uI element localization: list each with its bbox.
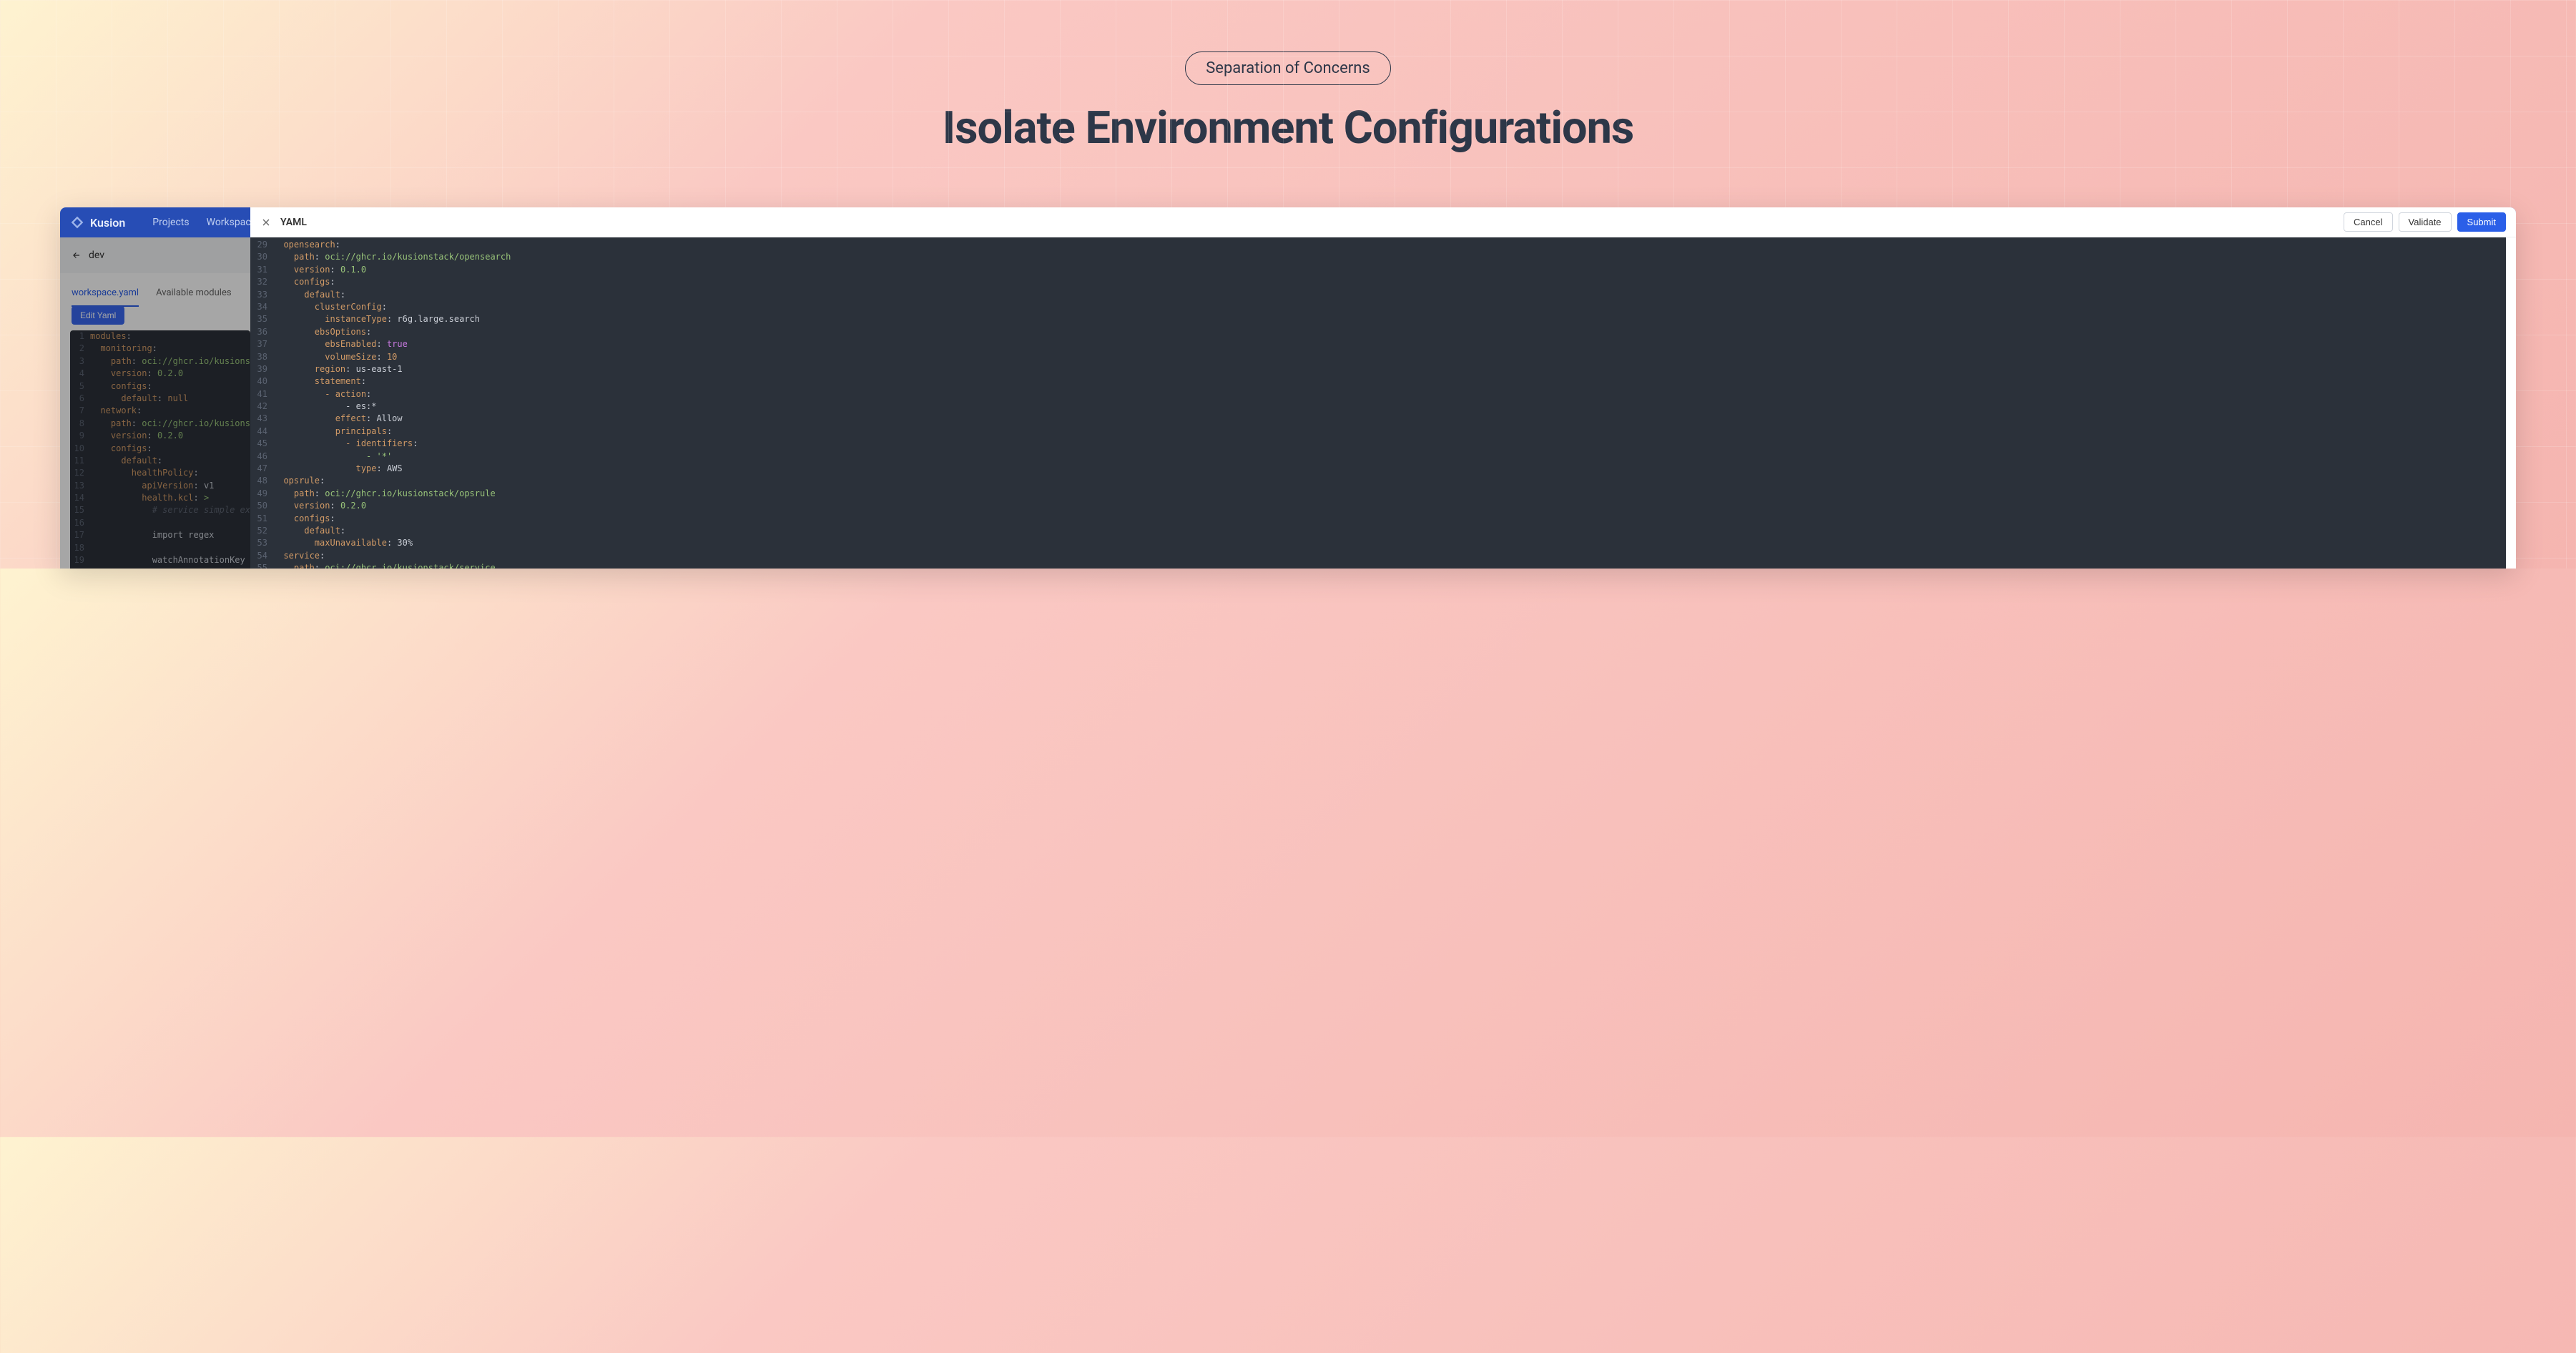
code-line: 2 monitoring: <box>70 343 250 355</box>
yaml-code-editor[interactable]: 29 opensearch:30 path: oci://ghcr.io/kus… <box>250 237 2506 569</box>
hero-section: Separation of Concerns Isolate Environme… <box>0 0 2576 154</box>
code-line: 32 configs: <box>250 276 2506 288</box>
code-line: 30 path: oci://ghcr.io/kusionstack/opens… <box>250 251 2506 263</box>
nav-projects[interactable]: Projects <box>147 217 195 228</box>
code-line: 51 configs: <box>250 513 2506 525</box>
sidebar-code-editor: 1modules:2 monitoring:3 path: oci://ghcr… <box>70 330 250 569</box>
code-line: 16 <box>70 517 250 529</box>
code-line: 3 path: oci://ghcr.io/kusionstack <box>70 355 250 368</box>
code-line: 29 opensearch: <box>250 239 2506 251</box>
code-line: 39 region: us-east-1 <box>250 363 2506 375</box>
brand-name: Kusion <box>90 216 125 230</box>
code-line: 13 apiVersion: v1 <box>70 480 250 492</box>
edit-yaml-button[interactable]: Edit Yaml <box>72 306 124 325</box>
code-line: 6 default: null <box>70 393 250 405</box>
code-line: 48 opsrule: <box>250 475 2506 487</box>
code-line: 49 path: oci://ghcr.io/kusionstack/opsru… <box>250 488 2506 500</box>
code-line: 35 instanceType: r6g.large.search <box>250 313 2506 325</box>
code-line: 43 effect: Allow <box>250 413 2506 425</box>
submit-button[interactable]: Submit <box>2457 212 2506 232</box>
yaml-modal-header: YAML Cancel Validate Submit <box>250 207 2516 237</box>
tab-available-modules[interactable]: Available modules <box>156 287 232 307</box>
code-line: 5 configs: <box>70 380 250 393</box>
code-line: 10 configs: <box>70 443 250 455</box>
close-icon[interactable] <box>260 217 272 228</box>
code-line: 47 type: AWS <box>250 463 2506 475</box>
code-line: 54 service: <box>250 550 2506 562</box>
modal-title: YAML <box>280 217 2338 228</box>
code-line: 34 clusterConfig: <box>250 301 2506 313</box>
code-line: 38 volumeSize: 10 <box>250 351 2506 363</box>
code-line: 17 import regex <box>70 529 250 541</box>
code-line: 52 default: <box>250 525 2506 537</box>
code-line: 42 - es:* <box>250 400 2506 413</box>
validate-button[interactable]: Validate <box>2399 212 2452 232</box>
hero-pill: Separation of Concerns <box>1185 51 1391 85</box>
code-line: 55 path: oci://ghcr.io/kusionstack/servi… <box>250 562 2506 569</box>
code-line: 41 - action: <box>250 388 2506 400</box>
code-line: 4 version: 0.2.0 <box>70 368 250 380</box>
app-window: Kusion Projects Workspaces dev workspace… <box>60 207 2516 569</box>
code-line: 37 ebsEnabled: true <box>250 338 2506 350</box>
code-line: 44 principals: <box>250 425 2506 438</box>
code-line: 7 network: <box>70 405 250 417</box>
kusion-logo-icon <box>70 215 84 230</box>
back-arrow-icon[interactable] <box>72 250 82 260</box>
code-line: 15 # service simple exampl <box>70 504 250 516</box>
code-line: 45 - identifiers: <box>250 438 2506 450</box>
workspace-tabs: workspace.yaml Available modules <box>60 273 250 307</box>
code-line: 50 version: 0.2.0 <box>250 500 2506 512</box>
code-line: 9 version: 0.2.0 <box>70 430 250 442</box>
breadcrumb: dev <box>60 237 250 273</box>
code-line: 19 watchAnnotationKey = "r <box>70 554 250 566</box>
code-line: 8 path: oci://ghcr.io/kusionstack <box>70 418 250 430</box>
code-line: 18 <box>70 542 250 554</box>
breadcrumb-current: dev <box>89 250 104 261</box>
code-line: 1modules: <box>70 330 250 343</box>
code-line: 12 healthPolicy: <box>70 467 250 479</box>
code-line: 53 maxUnavailable: 30% <box>250 537 2506 549</box>
code-line: 33 default: <box>250 289 2506 301</box>
code-line: 40 statement: <box>250 375 2506 388</box>
code-line: 20 <box>70 566 250 569</box>
code-line: 31 version: 0.1.0 <box>250 264 2506 276</box>
cancel-button[interactable]: Cancel <box>2344 212 2392 232</box>
code-line: 46 - '*' <box>250 451 2506 463</box>
hero-title: Isolate Environment Configurations <box>0 102 2576 154</box>
code-line: 14 health.kcl: > <box>70 492 250 504</box>
tab-workspace-yaml[interactable]: workspace.yaml <box>72 287 139 307</box>
code-line: 11 default: <box>70 455 250 467</box>
code-line: 36 ebsOptions: <box>250 326 2506 338</box>
